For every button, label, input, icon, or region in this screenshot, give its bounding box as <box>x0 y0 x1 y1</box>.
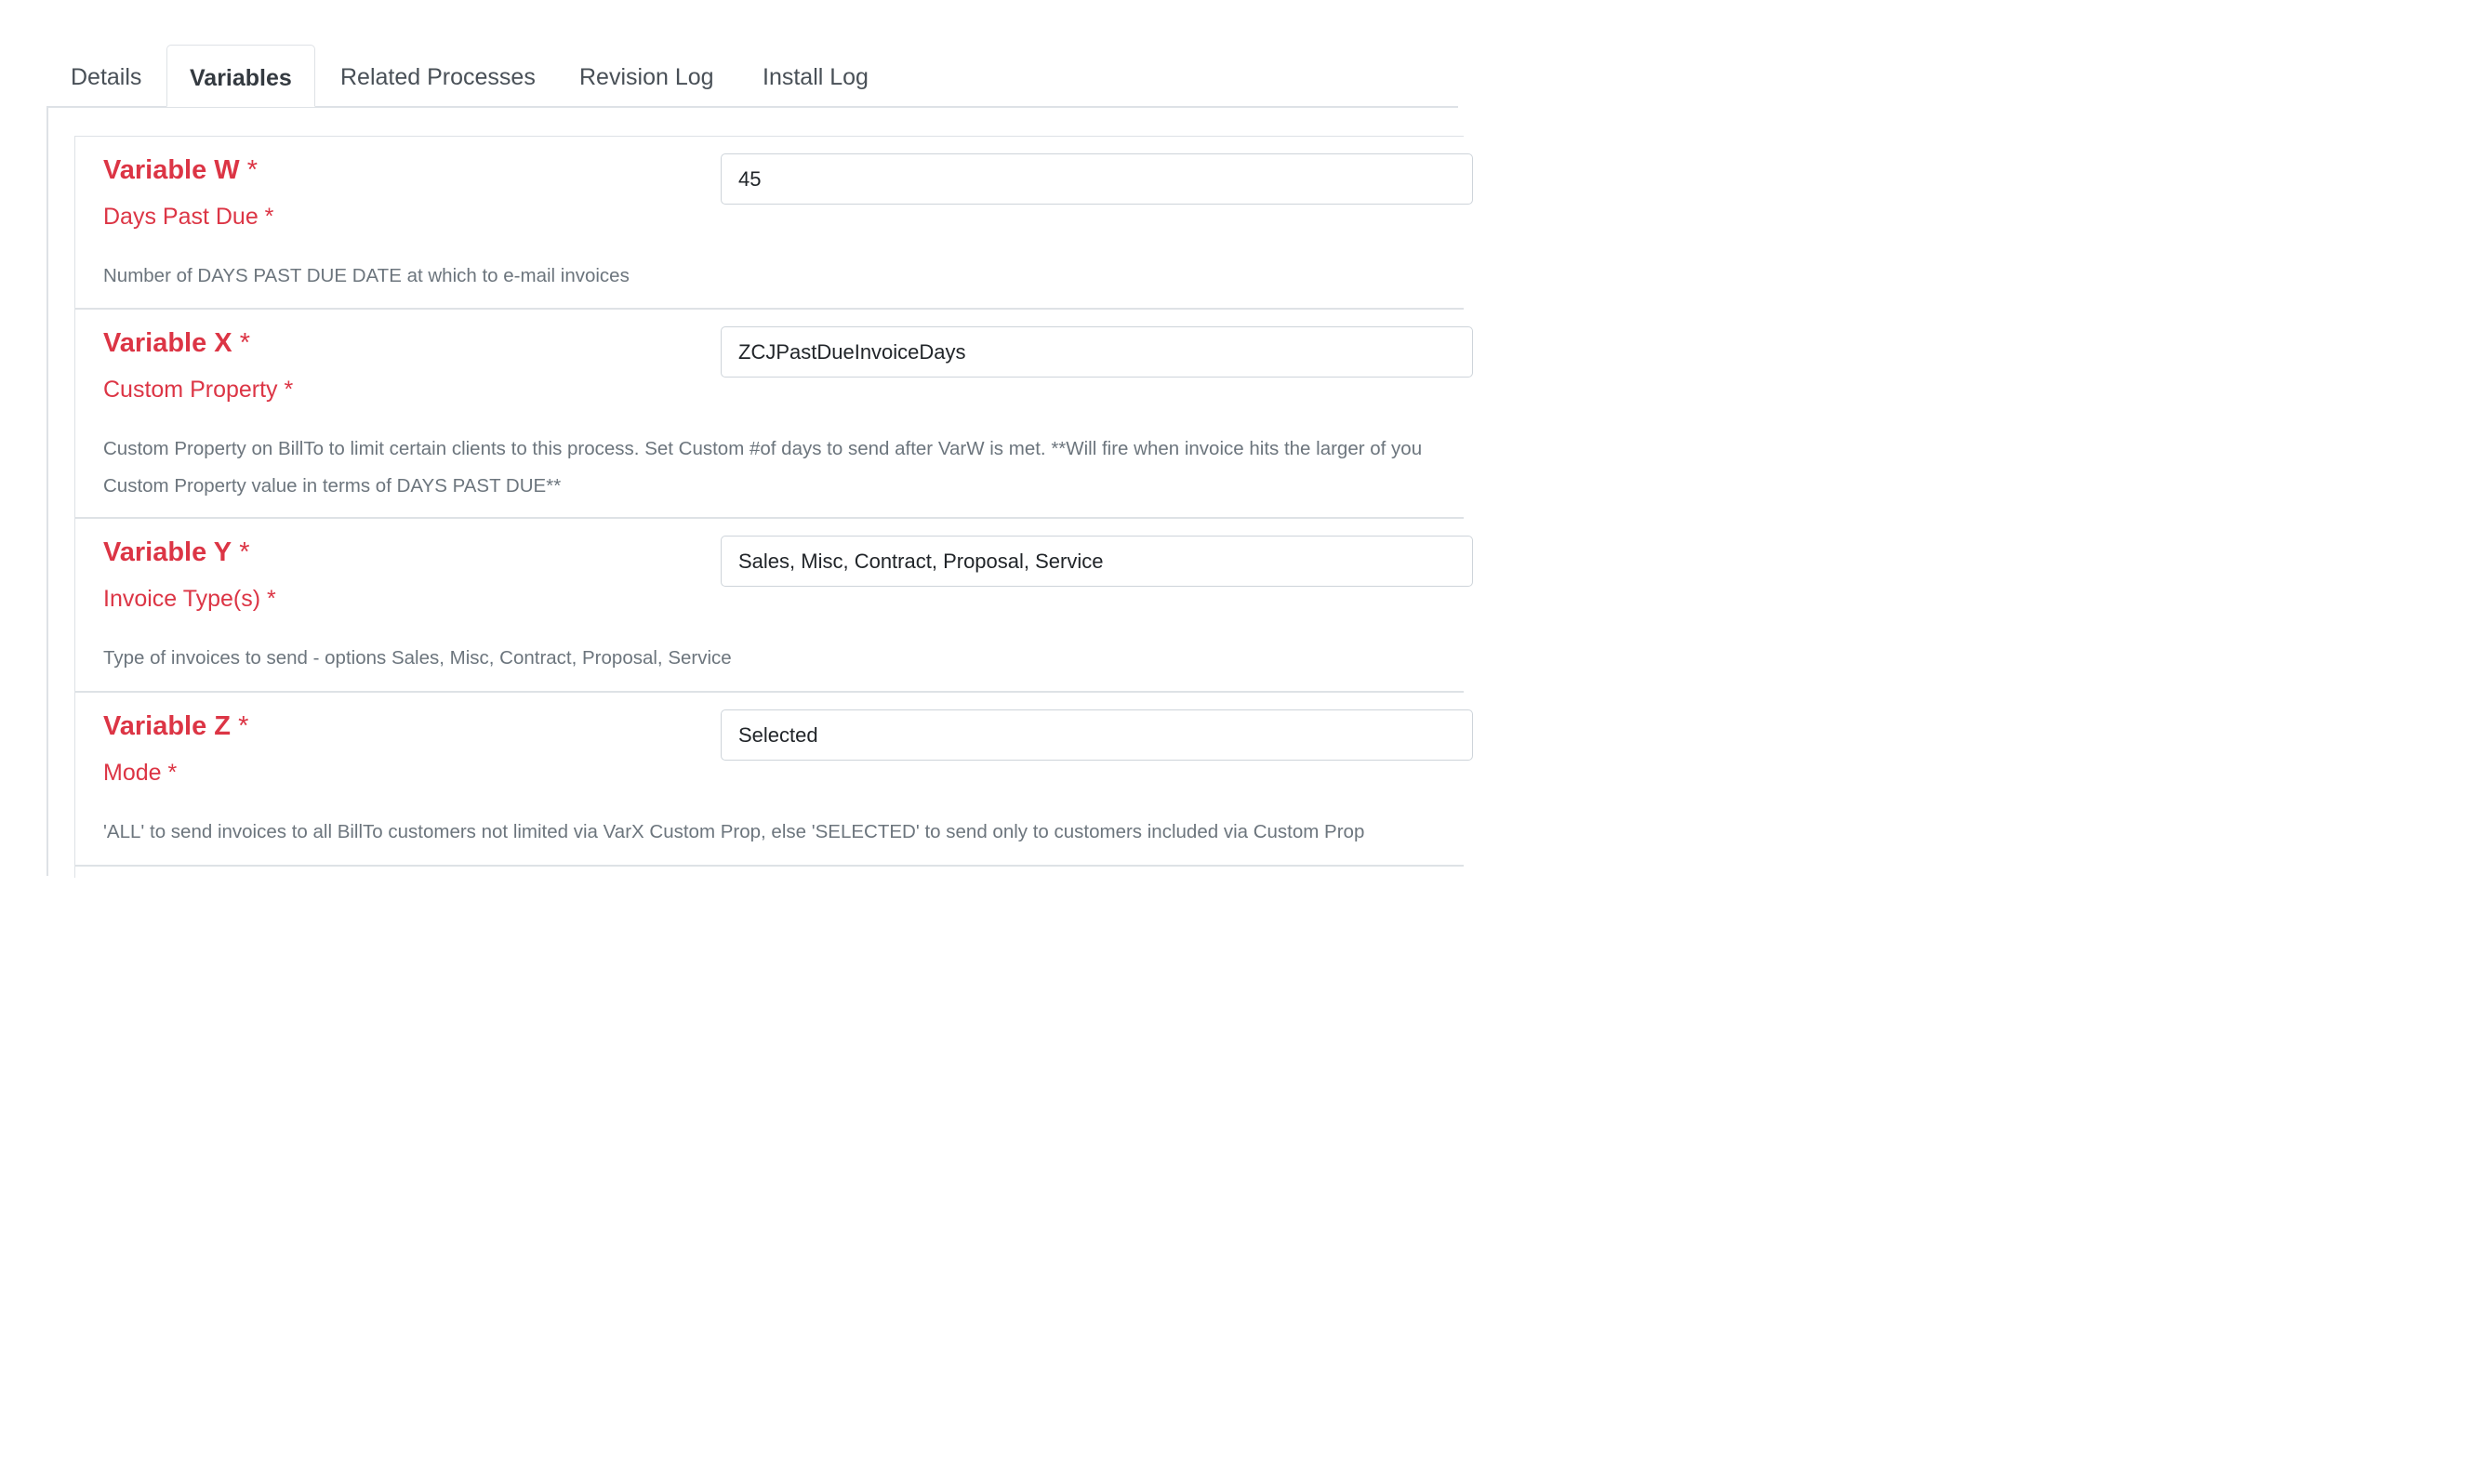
tab-details[interactable]: Details <box>48 45 164 106</box>
variable-label: Days Past Due * <box>103 204 274 230</box>
variable-title: Variable Z * <box>103 711 248 742</box>
variable-description: Custom Property on BillTo to limit certa… <box>103 431 1422 505</box>
variable-row-z: Variable Z * Mode * 'ALL' to send invoic… <box>75 693 1473 867</box>
variable-name: Variable X <box>103 328 232 358</box>
variable-description: 'ALL' to send invoices to all BillTo cus… <box>103 814 1364 851</box>
variable-label: Mode * <box>103 760 178 786</box>
required-mark: * <box>238 711 249 741</box>
variable-name: Variable Z <box>103 711 232 741</box>
variable-y-input[interactable] <box>721 536 1473 587</box>
variable-row-y: Variable Y * Invoice Type(s) * Type of i… <box>75 519 1473 693</box>
variable-description: Number of DAYS PAST DUE DATE at which to… <box>103 258 630 295</box>
variable-name: Variable Y <box>103 537 232 567</box>
description-line: Type of invoices to send - options Sales… <box>103 647 732 669</box>
description-line: 'ALL' to send invoices to all BillTo cus… <box>103 821 1365 842</box>
variable-description: Type of invoices to send - options Sales… <box>103 640 732 677</box>
tab-related-processes[interactable]: Related Processes <box>318 45 558 106</box>
tab-variables[interactable]: Variables <box>166 45 315 107</box>
tab-revision-log[interactable]: Revision Log <box>557 45 736 106</box>
tab-install-log[interactable]: Install Log <box>740 45 891 106</box>
required-mark: * <box>246 155 259 185</box>
description-line: Custom Property value in terms of DAYS P… <box>103 475 562 497</box>
variable-label: Custom Property * <box>103 377 294 403</box>
variable-title: Variable X * <box>103 328 250 359</box>
variable-name: Variable W <box>103 155 240 185</box>
variable-label: Invoice Type(s) * <box>103 586 276 612</box>
variable-title: Variable W * <box>103 155 258 186</box>
variable-z-input[interactable] <box>721 709 1473 761</box>
variable-w-input[interactable] <box>721 153 1473 205</box>
variable-row-x: Variable X * Custom Property * Custom Pr… <box>75 310 1473 519</box>
variables-list: Variable W * Days Past Due * Number of D… <box>74 136 1473 878</box>
variable-row-w: Variable W * Days Past Due * Number of D… <box>75 137 1473 310</box>
variable-title: Variable Y * <box>103 537 249 568</box>
required-mark: * <box>239 328 251 358</box>
description-line: Custom Property on BillTo to limit certa… <box>103 438 1423 459</box>
variable-x-input[interactable] <box>721 326 1473 378</box>
description-line: Number of DAYS PAST DUE DATE at which to… <box>103 265 630 286</box>
tab-bar: Details Variables Related Processes Revi… <box>46 45 1458 108</box>
required-mark: * <box>239 537 250 567</box>
